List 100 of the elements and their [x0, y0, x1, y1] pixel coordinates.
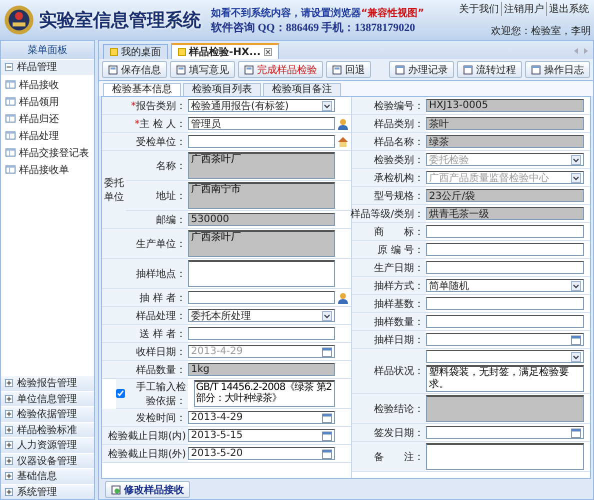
menu-group[interactable]: 仪器设备管理 — [1, 452, 94, 468]
toolbar-button[interactable]: 完成样品检验 — [238, 61, 323, 78]
input-field[interactable] — [188, 291, 335, 304]
date-field[interactable] — [426, 426, 584, 439]
input-field[interactable] — [426, 225, 584, 238]
menu-item-label: 样品处理 — [19, 130, 59, 142]
date-field[interactable]: 2013-5-15 — [188, 429, 335, 442]
toolbar-button[interactable]: 操作日志 — [525, 61, 590, 78]
menu-group[interactable]: 系统管理 — [1, 484, 94, 499]
input-field[interactable] — [188, 135, 335, 148]
checkbox[interactable] — [116, 389, 125, 398]
person-icon[interactable] — [337, 118, 349, 130]
input-field[interactable]: 茶叶 — [426, 117, 584, 130]
input-field[interactable]: 1kg — [188, 363, 335, 376]
toolbar-button[interactable]: 流转过程 — [457, 61, 522, 78]
toolbar-button[interactable]: 回退 — [326, 61, 371, 78]
date-field[interactable]: 2013-4-29 — [188, 411, 335, 424]
welcome-text: 欢迎您：检验室，李明 — [491, 24, 591, 38]
expand-toggle-icon — [5, 426, 13, 434]
calendar-icon — [322, 430, 332, 440]
house-icon[interactable] — [337, 136, 349, 148]
text-area[interactable] — [426, 395, 584, 422]
menu-item-label: 样品领用 — [19, 96, 59, 108]
header-link[interactable]: 注销用户 — [501, 2, 546, 16]
form-tab[interactable]: 检验项目备注 — [263, 83, 341, 96]
tab[interactable]: 我的桌面 — [103, 44, 168, 59]
menu-group[interactable]: 基础信息 — [1, 468, 94, 484]
menu-group[interactable]: 检验依据管理 — [1, 406, 94, 422]
calendar-icon — [571, 334, 581, 344]
window-icon — [395, 64, 405, 74]
expand-toggle-icon — [5, 63, 13, 72]
panel-title: 菜单面板 — [1, 41, 94, 59]
toolbar-button[interactable]: 填写意见 — [170, 61, 235, 78]
header-link[interactable]: 退出系统 — [546, 2, 591, 16]
menu-group[interactable]: 检验报告管理 — [1, 375, 94, 390]
expand-toggle-icon — [5, 441, 13, 450]
menu-item-label: 样品接收单 — [19, 164, 69, 176]
input-field[interactable] — [426, 297, 584, 310]
notice-text: 如看不到系统内容，请设置浏览器“兼容性视图” — [211, 6, 424, 20]
toolbar-button[interactable]: 保存信息 — [102, 61, 167, 78]
calendar-icon — [322, 346, 332, 356]
menu-item-label: 样品接收 — [19, 78, 59, 92]
field-label: 样品状况： — [374, 364, 424, 378]
menu-group[interactable]: 样品管理 — [1, 59, 94, 74]
text-area[interactable]: GB/T 14456.2-2008《绿茶 第2部分：大叶种绿茶》 — [194, 380, 335, 407]
dropdown-field[interactable]: 检验通用报告(有标签) — [188, 99, 335, 112]
modify-sample-button[interactable]: 修改样品接收 — [105, 481, 190, 498]
field-label: 原 编 号： — [378, 244, 424, 256]
form-tab[interactable]: 检验基本信息 — [103, 83, 181, 96]
input-field[interactable]: 530000 — [188, 213, 335, 226]
field-label: 地址： — [156, 190, 186, 202]
input-field[interactable]: 管理员 — [188, 117, 335, 130]
date-field[interactable]: 2013-5-20 — [188, 447, 335, 460]
input-field[interactable]: 烘青毛茶一级 — [426, 207, 584, 220]
field-label: 检验编号： — [374, 100, 424, 112]
form-tab[interactable]: 检验项目列表 — [183, 83, 261, 96]
dropdown-field[interactable]: 委托本所处理 — [188, 309, 335, 322]
field-label: 手工输入检验依据： — [135, 380, 186, 408]
input-field[interactable]: 绿茶 — [426, 135, 584, 148]
menu-item[interactable]: 样品接收单 — [5, 162, 90, 176]
text-area[interactable] — [188, 260, 335, 287]
field-label: 检验类别： — [374, 154, 424, 166]
text-area[interactable] — [426, 443, 584, 470]
menu-group[interactable]: 样品检验标准 — [1, 422, 94, 437]
dropdown-field[interactable] — [426, 350, 584, 363]
menu-group[interactable]: 人力资源管理 — [1, 437, 94, 452]
field-label: 收样日期： — [136, 346, 186, 358]
field-label: 发检时间： — [136, 412, 186, 424]
input-field[interactable]: HXJ13-0005 — [426, 99, 584, 112]
person-icon[interactable] — [337, 292, 349, 304]
close-icon[interactable] — [264, 48, 272, 56]
tab[interactable]: 样品检验-HX... — [171, 43, 279, 59]
header-link[interactable]: 关于我们 — [457, 2, 501, 16]
input-field[interactable]: 23公斤/袋 — [426, 189, 584, 202]
expand-toggle-icon — [5, 472, 13, 480]
menu-group[interactable]: 单位信息管理 — [1, 390, 94, 406]
field-label: 备 注： — [374, 450, 424, 464]
emblem-logo-icon — [3, 4, 35, 36]
field-label: 抽 样 者： — [140, 292, 186, 304]
calendar-icon — [322, 412, 332, 422]
field-label: 签发日期： — [374, 426, 424, 440]
menu-item[interactable]: 样品处理 — [5, 128, 90, 142]
menu-item[interactable]: 样品接收 — [5, 78, 90, 92]
field-label: 样品等级/类别： — [350, 208, 424, 220]
menu-item[interactable]: 样品归还 — [5, 112, 90, 126]
field-label: 抽样地点： — [136, 268, 186, 280]
date-field[interactable] — [426, 333, 584, 346]
window-icon — [463, 64, 473, 74]
menu-item-label: 样品交接登记表 — [19, 146, 89, 160]
input-field[interactable] — [426, 261, 584, 274]
dropdown-field[interactable]: 简单随机 — [426, 279, 584, 292]
menu-item[interactable]: 样品领用 — [5, 94, 90, 108]
expand-toggle-icon — [5, 379, 13, 388]
input-field[interactable] — [426, 315, 584, 328]
menu-item-label: 样品归还 — [19, 112, 59, 126]
menu-item[interactable]: 样品交接登记表 — [5, 146, 90, 160]
input-field[interactable] — [188, 327, 335, 340]
field-label: *主 检 人： — [134, 118, 186, 130]
toolbar-button[interactable]: 办理记录 — [389, 61, 454, 78]
input-field[interactable] — [426, 243, 584, 256]
